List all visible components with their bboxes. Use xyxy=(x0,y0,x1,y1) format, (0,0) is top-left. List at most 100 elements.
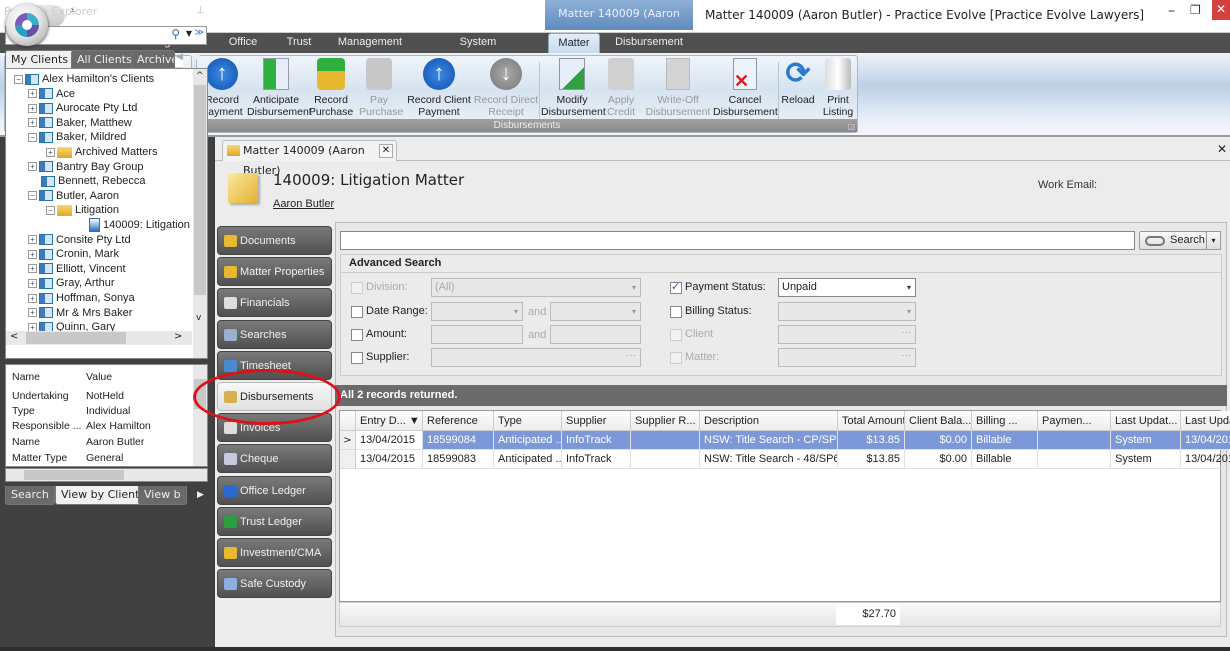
column-header[interactable]: Client Bala... xyxy=(905,411,972,431)
properties-scrollbar[interactable] xyxy=(193,365,207,466)
tab-scroll-right-icon[interactable]: ▶ xyxy=(197,490,204,500)
expand-icon[interactable]: + xyxy=(28,308,37,318)
tree-vertical-scrollbar[interactable]: ^ v xyxy=(193,69,207,358)
nav-cheque-requisitions[interactable]: Cheque Requisitions xyxy=(217,444,332,494)
nav-documents[interactable]: Documents xyxy=(217,226,332,255)
column-header[interactable]: Type xyxy=(494,411,562,431)
nav-searches[interactable]: Searches xyxy=(217,319,332,349)
tree-node[interactable]: 140009: Litigation xyxy=(76,218,190,233)
ribbon-tab-system-administration[interactable]: System Administration xyxy=(424,33,532,67)
disbursement-search-input[interactable] xyxy=(340,231,1135,250)
nav-disbursements[interactable]: Disbursements xyxy=(217,382,332,411)
amount-to-input[interactable] xyxy=(550,325,641,344)
supplier-checkbox[interactable] xyxy=(351,352,363,364)
expand-icon[interactable]: + xyxy=(28,103,37,113)
nav-trust-ledger[interactable]: Trust Ledger xyxy=(217,506,332,536)
tree-node[interactable]: + Baker, Matthew xyxy=(28,116,132,130)
tab-scroll-left-icon[interactable]: ◀ xyxy=(176,52,183,62)
tree-node[interactable]: − Alex Hamilton's Clients xyxy=(14,72,154,86)
ribbon-tab-matter[interactable]: Matter xyxy=(548,33,600,53)
print-listing-button[interactable]: Print Listing xyxy=(819,58,857,118)
matter-checkbox[interactable] xyxy=(670,352,682,364)
ribbon-tab-management[interactable]: Management xyxy=(336,33,404,53)
billing-status-select[interactable]: ▾ xyxy=(778,302,916,321)
column-header[interactable]: Supplier xyxy=(562,411,631,431)
scroll-thumb[interactable] xyxy=(194,85,206,295)
anticipate-disbursement-button[interactable]: Anticipate Disbursement xyxy=(247,58,312,118)
search-dropdown-icon[interactable]: ▼ xyxy=(186,29,192,38)
column-header[interactable]: Billing ... xyxy=(972,411,1038,431)
column-header[interactable]: Entry D... ▼ xyxy=(356,411,423,431)
h-scroll-thumb[interactable] xyxy=(26,332,126,344)
nav-financials[interactable]: Financials xyxy=(217,288,332,318)
tab-scroll-right-icon[interactable]: ▶ xyxy=(195,52,202,62)
nav-timesheet[interactable]: Timesheet xyxy=(217,350,332,380)
search-options-dropdown[interactable]: ▾ xyxy=(1206,231,1221,250)
nav-matter-properties[interactable]: Matter Properties xyxy=(217,257,332,287)
minimize-button[interactable]: – xyxy=(1168,3,1175,19)
close-document-button[interactable]: ✕ xyxy=(1217,142,1227,156)
ribbon-tab-trust[interactable]: Trust xyxy=(280,33,318,53)
tab-all-clients[interactable]: All Clients xyxy=(71,50,138,68)
date-to-picker[interactable]: ▾ xyxy=(550,302,641,321)
column-header[interactable]: Paymen... xyxy=(1038,411,1111,431)
record-direct-receipt-button[interactable]: ↓ Record Direct Receipt xyxy=(473,58,539,118)
collapse-icon[interactable]: − xyxy=(28,132,37,142)
expand-icon[interactable]: + xyxy=(28,264,37,274)
reload-button[interactable]: ⟳ Reload xyxy=(780,58,816,107)
close-window-button[interactable]: ✕ xyxy=(1212,0,1230,20)
pay-purchase-button[interactable]: Pay Purchase xyxy=(359,58,403,118)
restore-button[interactable]: ❐ xyxy=(1190,3,1201,17)
expand-icon[interactable]: + xyxy=(28,293,37,303)
nav-invoices[interactable]: Invoices xyxy=(217,413,332,443)
tree-node[interactable]: + Cronin, Mark xyxy=(28,247,119,261)
expand-icon[interactable]: + xyxy=(46,147,55,157)
tree-horizontal-scrollbar[interactable]: < > xyxy=(6,331,192,345)
column-header[interactable]: Last Updat... xyxy=(1181,411,1230,431)
column-header[interactable]: Reference xyxy=(423,411,494,431)
tree-node[interactable]: − Butler, Aaron xyxy=(28,189,119,203)
collapse-icon[interactable]: − xyxy=(46,205,55,215)
ellipsis-icon[interactable]: ··· xyxy=(901,347,911,364)
h-scroll-thumb[interactable] xyxy=(24,470,124,480)
cancel-disbursement-button[interactable]: ✕ Cancel Disbursement xyxy=(713,58,778,118)
nav-safe-custody[interactable]: Safe Custody xyxy=(217,569,332,599)
expand-options-icon[interactable]: ≫ xyxy=(195,28,204,38)
expand-icon[interactable]: + xyxy=(28,118,37,128)
tree-node[interactable]: + Consite Pty Ltd xyxy=(28,233,131,247)
column-header[interactable]: Description xyxy=(700,411,838,431)
client-checkbox[interactable] xyxy=(670,329,682,341)
tree-node[interactable]: + Aurocate Pty Ltd xyxy=(28,101,137,115)
expand-icon[interactable]: + xyxy=(28,249,37,259)
scroll-thumb[interactable] xyxy=(194,379,206,409)
tab-search[interactable]: Search xyxy=(5,486,55,505)
close-tab-button[interactable]: ✕ xyxy=(379,144,393,158)
collapse-icon[interactable]: − xyxy=(14,74,23,84)
matter-picker[interactable]: ··· xyxy=(778,348,916,367)
tree-node[interactable]: + Elliott, Vincent xyxy=(28,262,126,276)
properties-horizontal-scrollbar[interactable] xyxy=(5,468,208,482)
ellipsis-icon[interactable]: ··· xyxy=(626,347,636,364)
tree-node[interactable]: + Archived Matters xyxy=(46,145,158,159)
table-row[interactable]: 13/04/2015 18599083 Anticipated ... InfoTra… xyxy=(340,450,1230,469)
division-checkbox[interactable] xyxy=(351,282,363,294)
tree-node[interactable]: + Gray, Arthur xyxy=(28,276,114,290)
table-row[interactable]: >13/04/2015 18599084 Anticipated ... InfoTr… xyxy=(340,431,1230,450)
amount-from-input[interactable] xyxy=(431,325,523,344)
nav-office-ledger[interactable]: Office Ledger xyxy=(217,475,332,505)
tree-node[interactable]: + Mr & Mrs Baker xyxy=(28,306,132,320)
date-from-picker[interactable]: ▾ xyxy=(431,302,523,321)
column-header[interactable]: Total Amount xyxy=(838,411,905,431)
app-menu-orb[interactable] xyxy=(6,4,48,46)
write-off-disbursement-button[interactable]: Write-Off Disbursement xyxy=(643,58,713,118)
tree-node[interactable]: + Bantry Bay Group xyxy=(28,160,143,174)
expand-icon[interactable]: + xyxy=(28,89,37,99)
tree-node[interactable]: + Hoffman, Sonya xyxy=(28,291,135,305)
billing-status-checkbox[interactable] xyxy=(670,306,682,318)
division-select[interactable]: (All) ▾ xyxy=(431,278,641,297)
nav-investment-cma[interactable]: Investment/CMA xyxy=(217,538,332,567)
column-header[interactable]: Supplier R... xyxy=(631,411,700,431)
pin-icon[interactable]: ⊥ xyxy=(196,5,205,16)
ellipsis-icon[interactable]: ··· xyxy=(901,324,911,341)
tab-my-clients[interactable]: My Clients xyxy=(5,50,75,68)
